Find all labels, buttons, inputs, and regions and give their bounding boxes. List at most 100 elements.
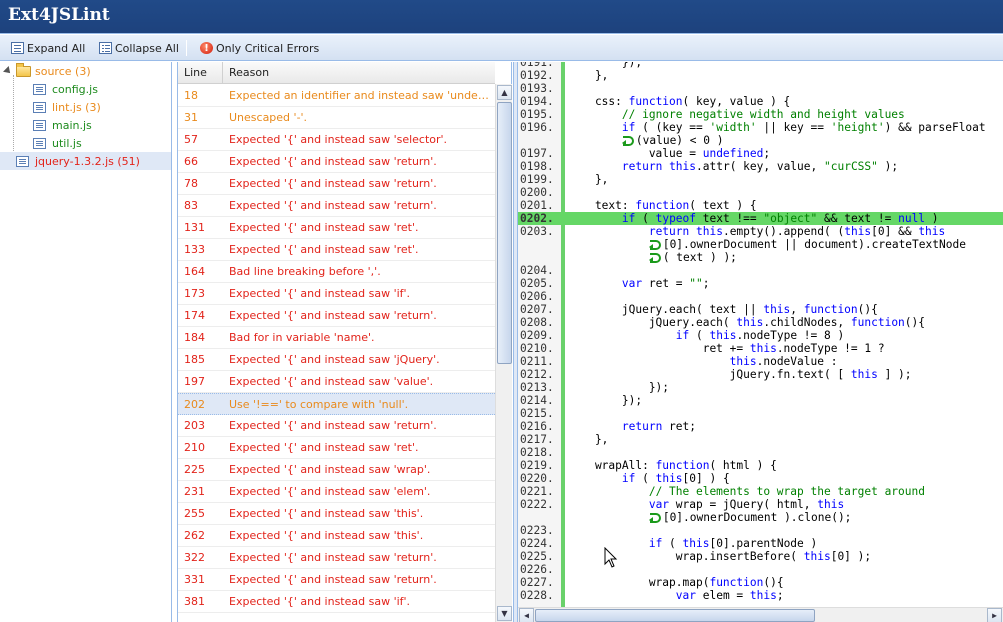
code-line-number: 0196. [520, 121, 554, 134]
error-row[interactable]: 225 Expected '{' and instead saw 'wrap'. [178, 459, 495, 481]
error-row[interactable]: 57 Expected '{' and instead saw 'selector… [178, 129, 495, 151]
code-line: 0221. // The elements to wrap the target… [518, 485, 1003, 498]
code-line: 0216. return ret; [518, 420, 1003, 433]
error-line-number: 164 [184, 265, 205, 278]
error-row[interactable]: 210 Expected '{' and instead saw 'ret'. [178, 437, 495, 459]
code-line-number: 0209. [520, 329, 554, 342]
tree-item-util[interactable]: util.js [0, 134, 171, 152]
code-line-number: 0225. [520, 550, 554, 563]
tree-item-label: jquery-1.3.2.js (51) [35, 154, 140, 168]
code-line-text: var ret = ""; [621, 277, 710, 290]
code-line-number: 0228. [520, 589, 554, 602]
code-line-text: this.nodeValue : [729, 355, 838, 368]
code-line-number: 0226. [520, 563, 554, 576]
code-line-number: 0202. [520, 212, 554, 225]
error-row[interactable]: 78 Expected '{' and instead saw 'return'. [178, 173, 495, 195]
error-line-number: 202 [184, 398, 205, 411]
code-line-number: 0193. [520, 82, 554, 95]
column-header-reason[interactable]: Reason [223, 62, 495, 84]
error-row[interactable]: 83 Expected '{' and instead saw 'return'. [178, 195, 495, 217]
error-line-number: 184 [184, 331, 205, 344]
code-line-number: 0208. [520, 316, 554, 329]
error-reason: Expected '{' and instead saw 'value'. [229, 375, 434, 388]
scroll-up-arrow-icon[interactable]: ▲ [497, 85, 512, 100]
scroll-left-arrow-icon[interactable]: ◀ [519, 608, 534, 622]
scroll-thumb[interactable] [535, 609, 815, 622]
error-reason: Expected '{' and instead saw 'if'. [229, 287, 411, 300]
line-wrap-icon [648, 513, 661, 523]
code-line: [0].ownerDocument ).clone(); [518, 511, 1003, 524]
tree-item-label: source (3) [35, 64, 91, 78]
tree-item-jquery[interactable]: jquery-1.3.2.js (51) [0, 152, 171, 170]
grid-vertical-scrollbar[interactable]: ▲ ▼ [495, 84, 512, 622]
code-viewer: 0191. }); 0192. }, 0193. 0194. css: functio… [518, 62, 1003, 622]
error-row[interactable]: 184 Bad for in variable 'name'. [178, 327, 495, 349]
error-row[interactable]: 197 Expected '{' and instead saw 'value'. [178, 371, 495, 393]
error-row[interactable]: 173 Expected '{' and instead saw 'if'. [178, 283, 495, 305]
tree-item-lint[interactable]: lint.js (3) [0, 98, 171, 116]
error-row[interactable]: 185 Expected '{' and instead saw 'jQuery'… [178, 349, 495, 371]
error-row[interactable]: 262 Expected '{' and instead saw 'this'. [178, 525, 495, 547]
code-line-number: 0227. [520, 576, 554, 589]
code-line-text: css: function( key, value ) { [568, 95, 791, 108]
code-line-text: if ( this[0] ) { [621, 472, 730, 485]
code-line: 0219. wrapAll: function( html ) { [518, 459, 1003, 472]
code-line-text: if ( this.nodeType != 8 ) [675, 329, 845, 342]
error-row[interactable]: 133 Expected '{' and instead saw 'ret'. [178, 239, 495, 261]
collapse-all-button[interactable]: Collapse All [99, 39, 179, 57]
error-row[interactable]: 131 Expected '{' and instead saw 'ret'. [178, 217, 495, 239]
column-header-line[interactable]: Line [178, 62, 223, 84]
error-reason: Expected '{' and instead saw 'wrap'. [229, 463, 431, 476]
code-line-text: if ( (key == 'width' || key == 'height')… [621, 121, 986, 134]
expand-all-button[interactable]: Expand All [11, 39, 85, 57]
code-line-text: wrapAll: function( html ) { [568, 459, 777, 472]
error-line-number: 173 [184, 287, 205, 300]
error-line-number: 174 [184, 309, 205, 322]
scroll-thumb[interactable] [497, 102, 512, 364]
error-row[interactable]: 203 Expected '{' and instead saw 'return'… [178, 415, 495, 437]
error-row[interactable]: 381 Expected '{' and instead saw 'if'. [178, 591, 495, 613]
code-line-number: 0206. [520, 290, 554, 303]
code-line-text: }, [568, 433, 609, 446]
error-row[interactable]: 174 Expected '{' and instead saw 'return'… [178, 305, 495, 327]
code-line: 0213. }); [518, 381, 1003, 394]
code-line: 0205. var ret = ""; [518, 277, 1003, 290]
error-reason: Expected '{' and instead saw 'if'. [229, 595, 411, 608]
code-line-number: 0218. [520, 446, 554, 459]
code-horizontal-scrollbar[interactable]: ◀ ▶ [518, 607, 1003, 622]
tree-item-main[interactable]: main.js [0, 116, 171, 134]
file-tree: source (3) config.js lint.js (3) main.js… [0, 62, 172, 622]
error-line-number: 231 [184, 485, 205, 498]
expand-toggle-icon[interactable] [4, 67, 13, 76]
folder-icon [16, 62, 31, 77]
tree-item-label: util.js [52, 136, 82, 150]
error-row[interactable]: 18 Expected an identifier and instead saw… [178, 85, 495, 107]
code-line-text: var elem = this; [675, 589, 784, 602]
error-row[interactable]: 31 Unescaped '-'. [178, 107, 495, 129]
only-critical-errors-button[interactable]: ! Only Critical Errors [200, 39, 319, 57]
code-line: 0227. wrap.map(function(){ [518, 576, 1003, 589]
tree-item-config[interactable]: config.js [0, 80, 171, 98]
error-row[interactable]: 231 Expected '{' and instead saw 'elem'. [178, 481, 495, 503]
error-row[interactable]: 322 Expected '{' and instead saw 'return'… [178, 547, 495, 569]
error-row[interactable]: 66 Expected '{' and instead saw 'return'. [178, 151, 495, 173]
error-row[interactable]: 331 Expected '{' and instead saw 'return'… [178, 569, 495, 591]
code-line: 0218. [518, 446, 1003, 459]
error-reason: Expected '{' and instead saw 'return'. [229, 551, 437, 564]
error-line-number: 203 [184, 419, 205, 432]
error-row[interactable]: 255 Expected '{' and instead saw 'this'. [178, 503, 495, 525]
error-row[interactable]: 164 Bad line breaking before ','. [178, 261, 495, 283]
tree-item-source[interactable]: source (3) [0, 62, 171, 80]
scroll-down-arrow-icon[interactable]: ▼ [497, 606, 512, 621]
code-line: (value) < 0 ) [518, 134, 1003, 147]
error-row[interactable]: 202 Use '!==' to compare with 'null'. [178, 393, 495, 415]
code-line: 0224. if ( this[0].parentNode ) [518, 537, 1003, 550]
error-reason: Expected an identifier and instead saw '… [229, 89, 491, 102]
code-line: 0215. [518, 407, 1003, 420]
scroll-right-arrow-icon[interactable]: ▶ [987, 608, 1002, 622]
error-reason: Expected '{' and instead saw 'ret'. [229, 243, 419, 256]
code-line-number: 0217. [520, 433, 554, 446]
code-line-number: 0198. [520, 160, 554, 173]
error-reason: Expected '{' and instead saw 'return'. [229, 573, 437, 586]
error-line-number: 18 [184, 89, 198, 102]
